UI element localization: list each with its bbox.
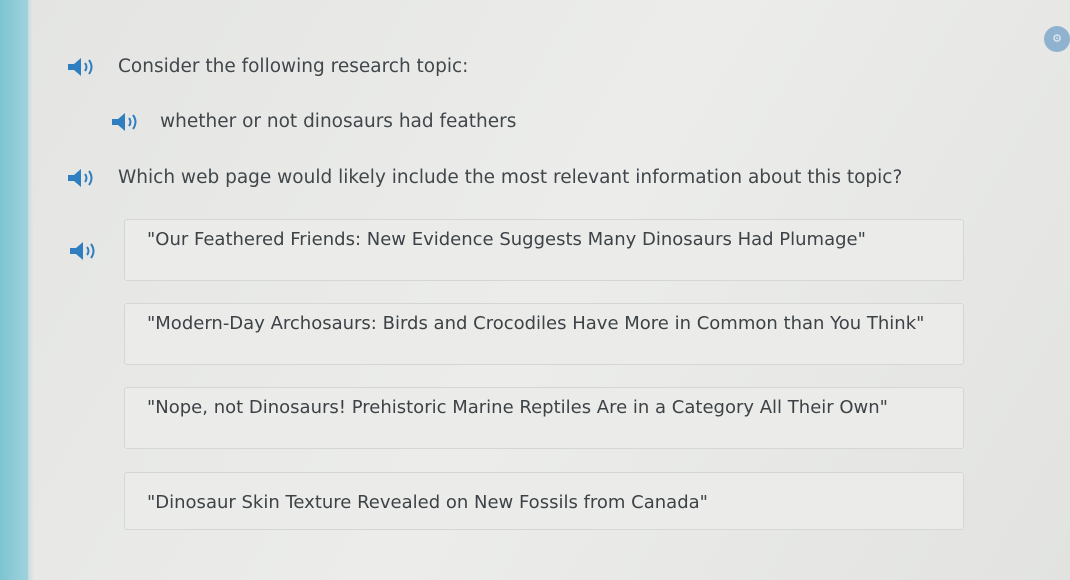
speaker-icon[interactable] (66, 167, 102, 189)
answer-choice-label: "Modern-Day Archosaurs: Birds and Crocod… (147, 313, 925, 334)
speaker-icon[interactable] (68, 240, 104, 262)
answer-choice-label: "Nope, not Dinosaurs! Prehistoric Marine… (147, 397, 888, 418)
answer-choice-label: "Our Feathered Friends: New Evidence Sug… (147, 229, 866, 250)
speaker-icon[interactable] (66, 56, 102, 78)
answer-choice-label: "Dinosaur Skin Texture Revealed on New F… (147, 492, 708, 513)
question-text: Which web page would likely include the … (118, 167, 903, 188)
speaker-icon[interactable] (110, 111, 146, 133)
answer-choice-4[interactable]: "Dinosaur Skin Texture Revealed on New F… (124, 472, 964, 530)
prompt-intro: Consider the following research topic: (118, 56, 469, 77)
left-accent-bar (0, 0, 28, 580)
research-topic: whether or not dinosaurs had feathers (160, 111, 517, 132)
answer-choice-2[interactable]: "Modern-Day Archosaurs: Birds and Crocod… (124, 303, 964, 365)
settings-badge-icon[interactable]: ⚙ (1044, 26, 1070, 52)
answer-choice-1[interactable]: "Our Feathered Friends: New Evidence Sug… (124, 219, 964, 281)
answer-choice-3[interactable]: "Nope, not Dinosaurs! Prehistoric Marine… (124, 387, 964, 449)
